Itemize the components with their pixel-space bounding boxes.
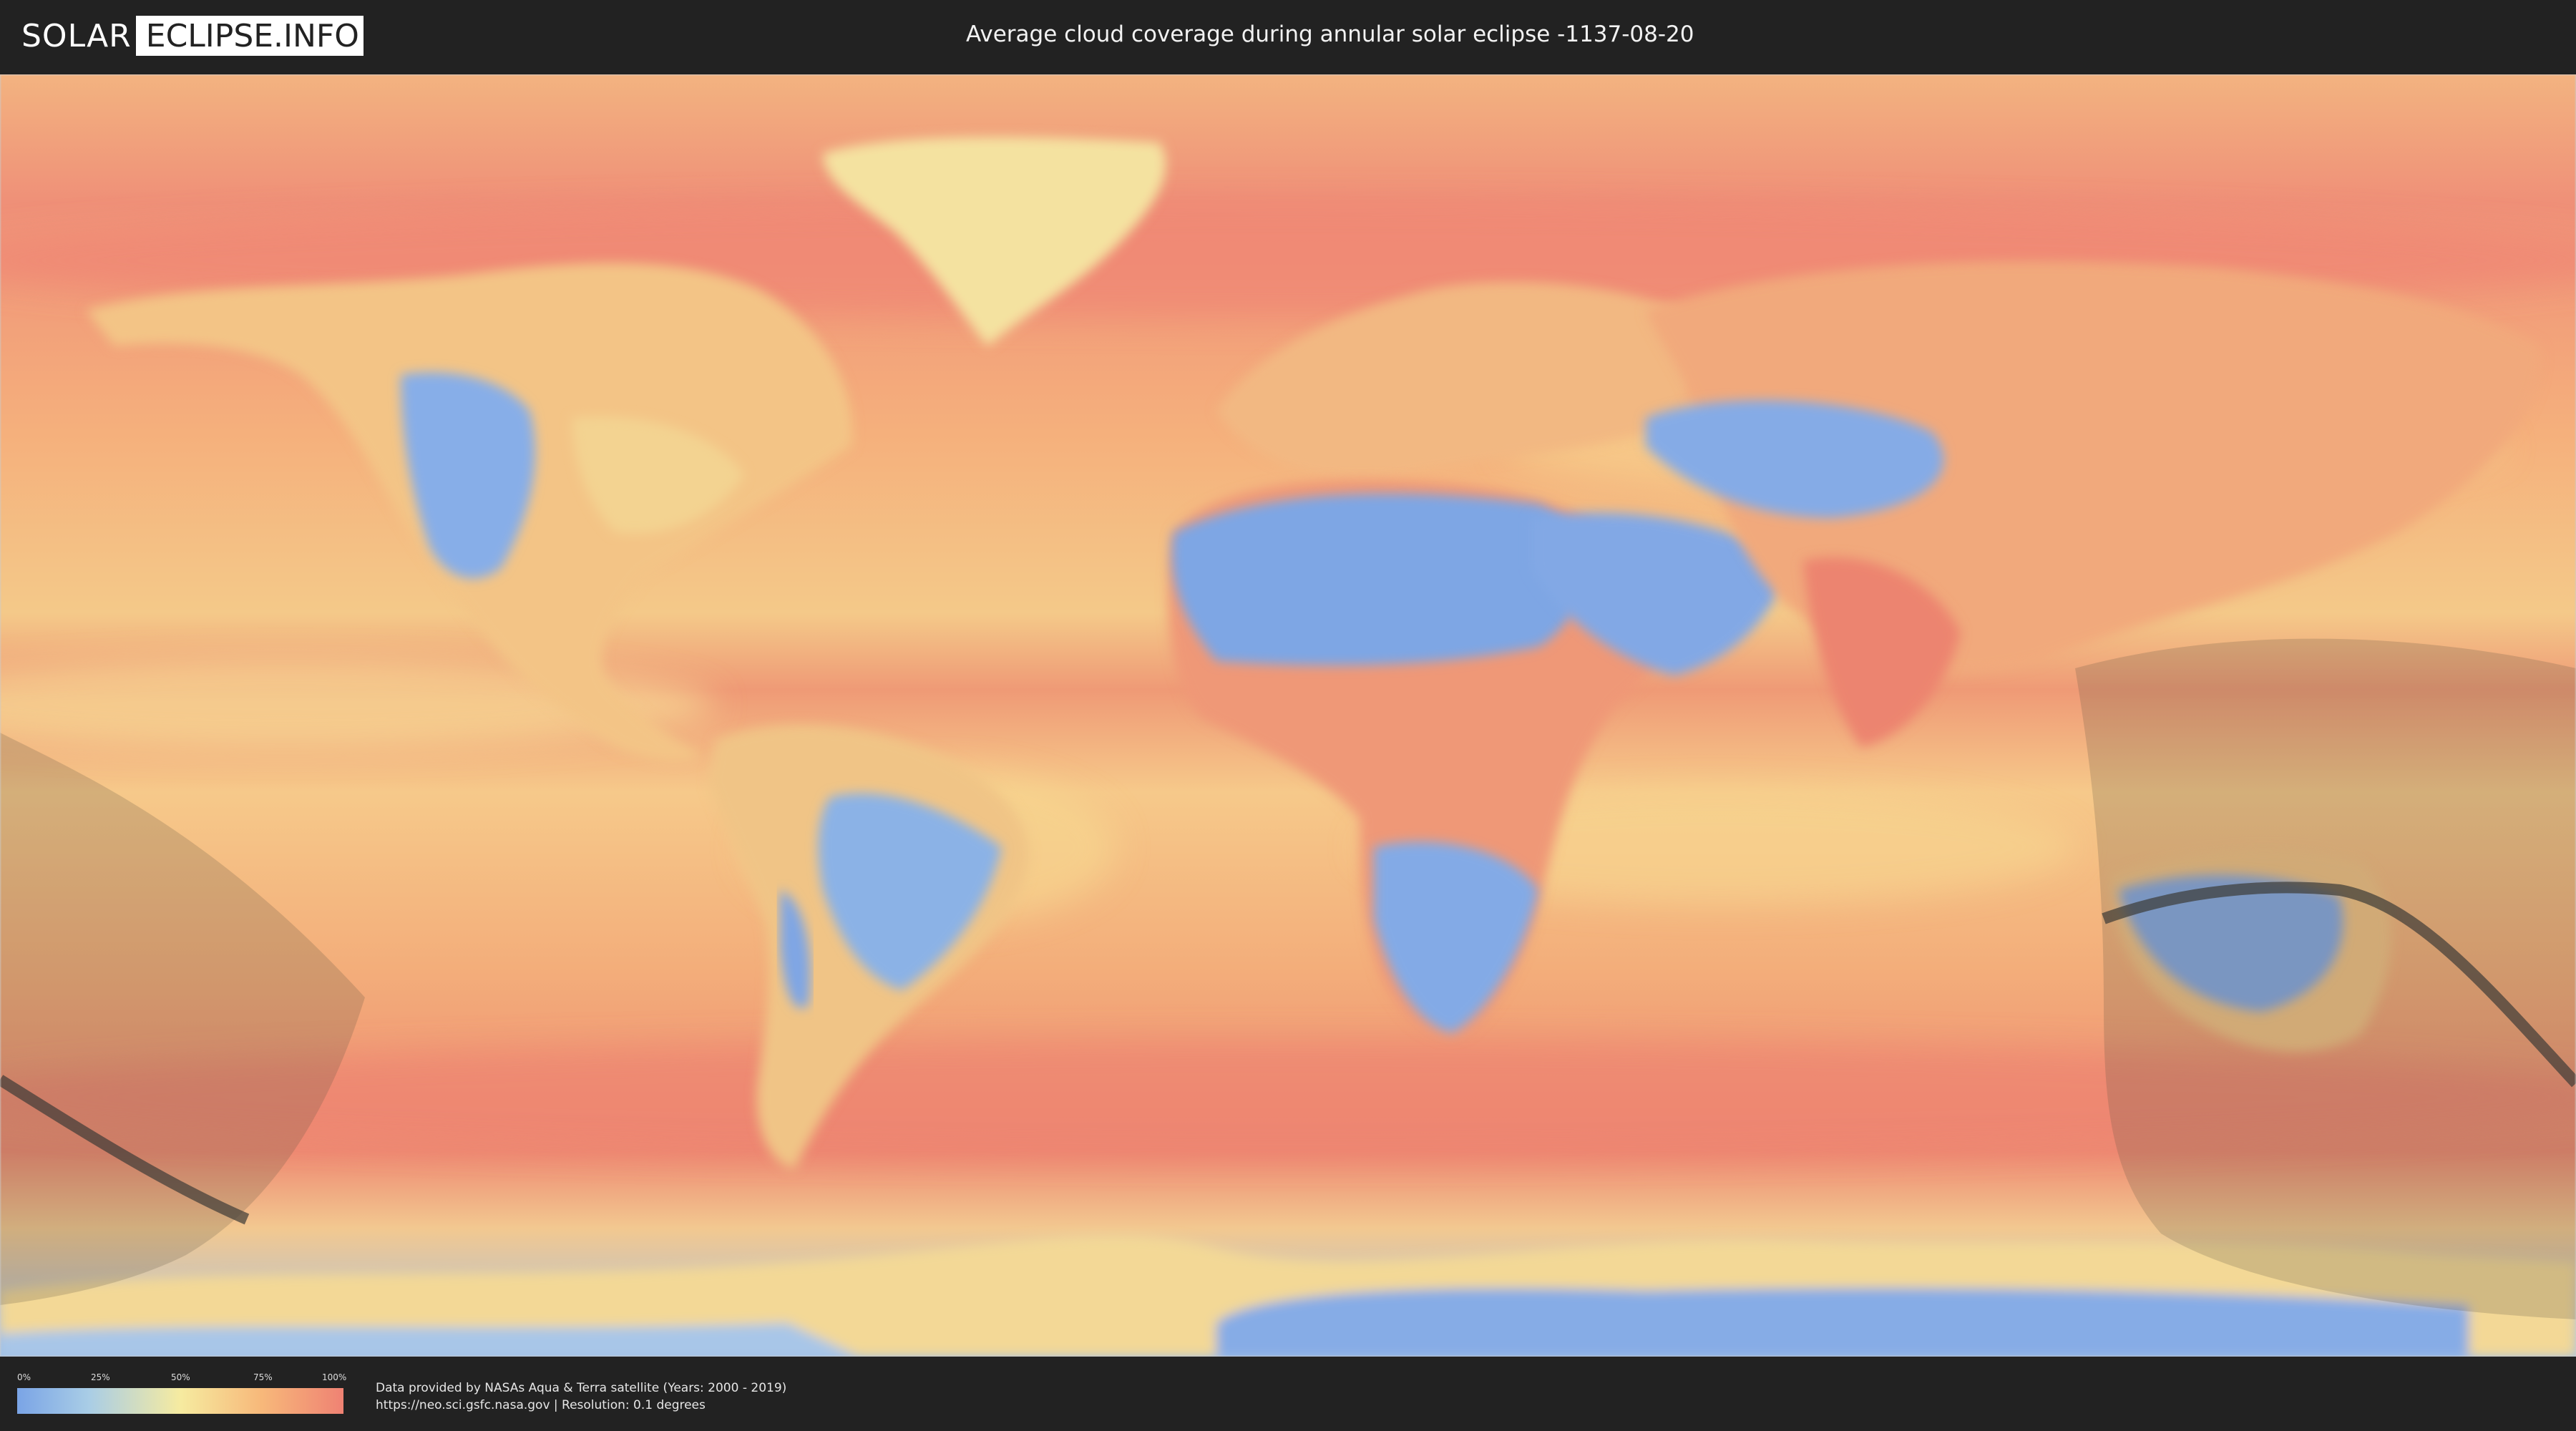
header-bar: SOLAR ECLIPSE.INFO Average cloud coverag… — [0, 0, 2576, 72]
legend-tick-0: 0% — [17, 1372, 31, 1382]
credits-line-source: Data provided by NASAs Aqua & Terra sate… — [376, 1381, 787, 1395]
legend-tick-75: 75% — [253, 1372, 273, 1382]
legend-tick-25: 25% — [91, 1372, 110, 1382]
logo-text-eclipse-info: ECLIPSE.INFO — [135, 16, 364, 56]
eclipse-region-east — [2075, 638, 2576, 1319]
logo-text-solar: SOLAR — [21, 17, 132, 54]
legend-tick-100: 100% — [322, 1372, 347, 1382]
world-map-svg — [0, 74, 2576, 1357]
credits-line-url: https://neo.sci.gsfc.nasa.gov | Resoluti… — [376, 1398, 706, 1412]
data-credits: Data provided by NASAs Aqua & Terra sate… — [376, 1379, 786, 1414]
page-title: Average cloud coverage during annular so… — [966, 21, 1694, 47]
cloud-coverage-legend: 0% 25% 50% 75% 100% — [17, 1372, 347, 1415]
legend-color-scale — [17, 1388, 343, 1414]
footer-bar: 0% 25% 50% 75% 100% Data provided by NAS… — [0, 1357, 2576, 1431]
cloud-coverage-map[interactable] — [0, 74, 2576, 1357]
site-logo[interactable]: SOLAR ECLIPSE.INFO — [21, 16, 364, 56]
legend-tick-50: 50% — [171, 1372, 190, 1382]
